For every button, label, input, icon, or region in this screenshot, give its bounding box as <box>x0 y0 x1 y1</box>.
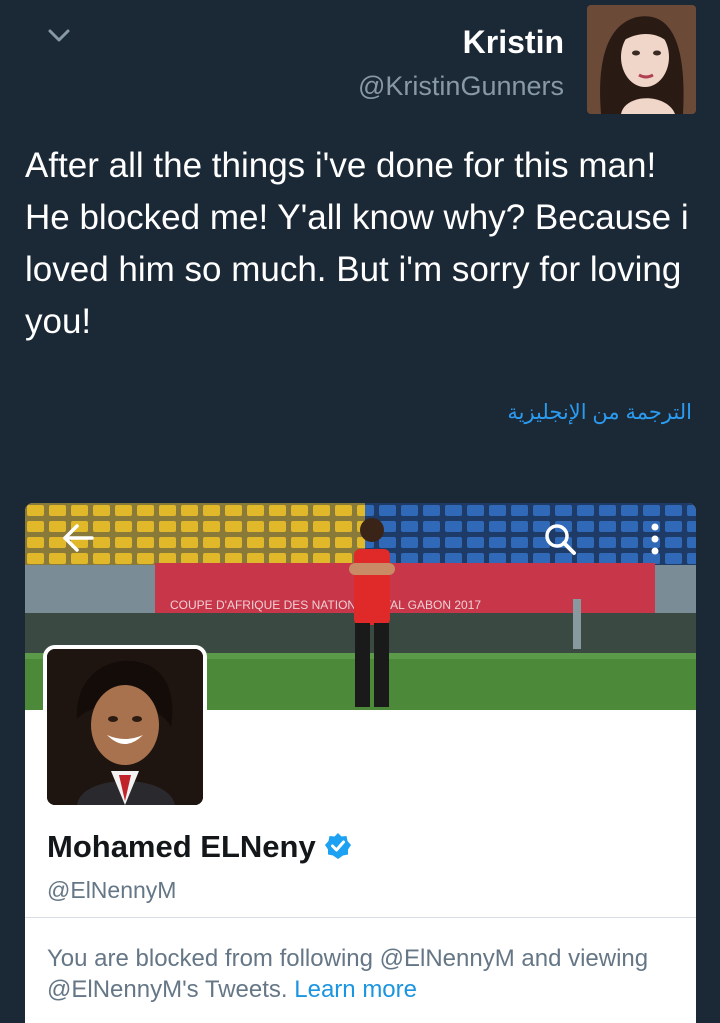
divider <box>25 917 696 918</box>
back-arrow-icon[interactable] <box>61 523 95 553</box>
learn-more-link[interactable]: Learn more <box>294 976 417 1003</box>
svg-text:COUPE D'AFRIQUE DES NATIONS TO: COUPE D'AFRIQUE DES NATIONS TOTAL GABON … <box>170 598 481 612</box>
author-handle[interactable]: @KristinGunners <box>358 62 564 110</box>
profile-avatar[interactable] <box>43 645 207 809</box>
profile-handle: @ElNennyM <box>47 877 177 903</box>
translate-link[interactable]: الترجمة من الإنجليزية <box>507 400 692 425</box>
more-vertical-icon[interactable] <box>647 521 663 557</box>
author-avatar[interactable] <box>587 5 696 114</box>
tweet-author[interactable]: Kristin @KristinGunners <box>358 22 564 110</box>
blocked-notice: You are blocked from following @ElNennyM… <box>47 943 667 1005</box>
verified-badge-icon <box>324 832 351 859</box>
tweet-text: After all the things i've done for this … <box>25 146 689 341</box>
author-name[interactable]: Kristin <box>358 22 564 62</box>
chevron-down-icon[interactable] <box>44 22 74 48</box>
profile-name: Mohamed ELNeny <box>47 827 352 867</box>
search-icon[interactable] <box>543 522 577 556</box>
profile-name-text: Mohamed ELNeny <box>47 829 316 864</box>
attached-screenshot[interactable]: COUPE D'AFRIQUE DES NATIONS TOTAL GABON … <box>25 503 696 1023</box>
